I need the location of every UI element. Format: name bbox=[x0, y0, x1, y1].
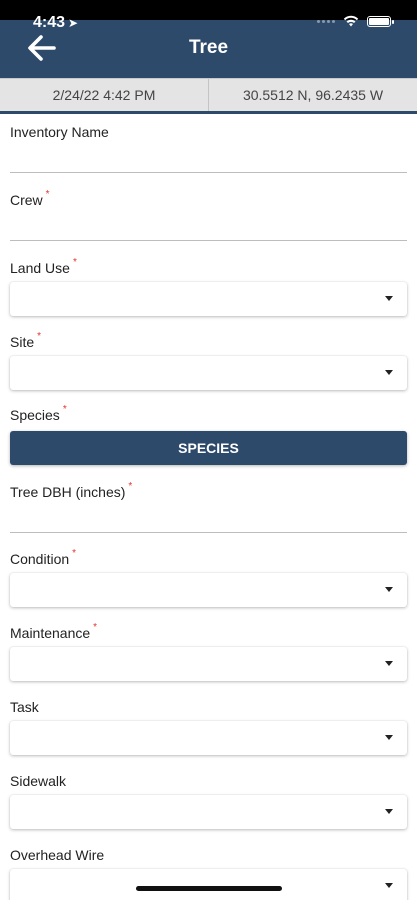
inventory-name-input[interactable] bbox=[10, 172, 407, 173]
site-label: Site * bbox=[10, 331, 42, 350]
required-marker: * bbox=[62, 404, 67, 415]
overhead-wire-dropdown[interactable] bbox=[10, 869, 407, 900]
required-marker: * bbox=[72, 548, 77, 559]
required-marker: * bbox=[72, 257, 77, 268]
land-use-dropdown[interactable] bbox=[10, 282, 407, 316]
caret-down-icon bbox=[385, 735, 393, 740]
task-label: Task bbox=[10, 699, 39, 715]
species-button[interactable]: SPECIES bbox=[10, 431, 407, 465]
caret-down-icon bbox=[385, 296, 393, 301]
overhead-wire-label: Overhead Wire bbox=[10, 847, 105, 863]
caret-down-icon bbox=[385, 661, 393, 666]
inventory-name-label: Inventory Name bbox=[10, 124, 109, 140]
sidewalk-label: Sidewalk bbox=[10, 773, 67, 789]
coordinates-display: 30.5512 N, 96.2435 W bbox=[208, 79, 417, 111]
status-icons bbox=[317, 15, 394, 27]
caret-down-icon bbox=[385, 587, 393, 592]
location-arrow-icon: ➤ bbox=[68, 16, 79, 30]
caret-down-icon bbox=[385, 370, 393, 375]
caret-down-icon bbox=[385, 809, 393, 814]
crew-label: Crew * bbox=[10, 189, 50, 208]
sidewalk-dropdown[interactable] bbox=[10, 795, 407, 829]
required-marker: * bbox=[93, 622, 98, 633]
battery-icon bbox=[367, 15, 394, 27]
maintenance-dropdown[interactable] bbox=[10, 647, 407, 681]
crew-input[interactable] bbox=[10, 240, 407, 241]
home-indicator bbox=[136, 886, 282, 891]
species-label: Species * bbox=[10, 404, 67, 423]
signal-icon bbox=[317, 19, 335, 23]
app-header: 4:43 ➤ Tree bbox=[0, 0, 417, 78]
info-bar: 2/24/22 4:42 PM 30.5512 N, 96.2435 W bbox=[0, 78, 417, 114]
tree-dbh-input[interactable] bbox=[10, 532, 407, 533]
page-title: Tree bbox=[188, 37, 229, 58]
maintenance-label: Maintenance * bbox=[10, 622, 98, 641]
tree-dbh-label: Tree DBH (inches) * bbox=[10, 481, 133, 500]
date-time-display: 2/24/22 4:42 PM bbox=[52, 87, 156, 103]
condition-dropdown[interactable] bbox=[10, 573, 407, 607]
land-use-label: Land Use * bbox=[10, 257, 77, 276]
task-dropdown[interactable] bbox=[10, 721, 407, 755]
status-time: 4:43 ➤ bbox=[33, 14, 79, 31]
required-marker: * bbox=[45, 189, 50, 200]
required-marker: * bbox=[37, 331, 42, 342]
caret-down-icon bbox=[385, 883, 393, 888]
condition-label: Condition * bbox=[10, 548, 77, 567]
site-dropdown[interactable] bbox=[10, 356, 407, 390]
required-marker: * bbox=[128, 481, 133, 492]
wifi-icon bbox=[343, 15, 359, 27]
